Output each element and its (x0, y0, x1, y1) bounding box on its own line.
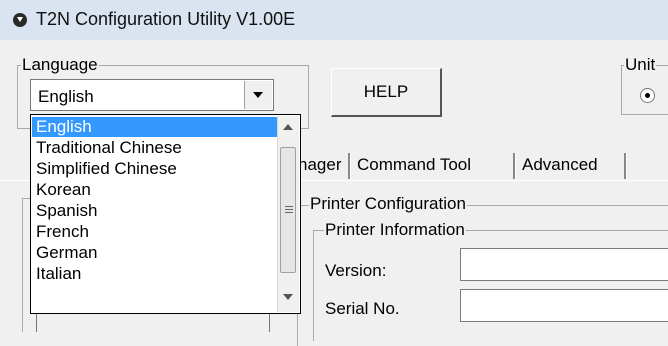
language-option-italian[interactable]: Italian (32, 264, 278, 284)
version-label: Version: (325, 261, 387, 280)
dropdown-scrollbar[interactable] (277, 116, 299, 312)
units-group: Unit (621, 56, 668, 115)
tab-divider (513, 153, 516, 179)
tab-manager[interactable]: nager (298, 152, 341, 180)
scroll-up-icon[interactable] (283, 124, 293, 130)
tab-command-tool[interactable]: Command Tool (357, 152, 471, 180)
printer-information-group: Printer Information (313, 221, 668, 341)
help-button[interactable]: HELP (331, 68, 442, 117)
units-legend: Unit (624, 55, 657, 74)
grip-icon (285, 212, 293, 213)
language-selected-value: English (38, 87, 94, 106)
app-icon (13, 13, 27, 27)
language-select[interactable]: English (30, 79, 274, 111)
chevron-down-icon (253, 92, 263, 98)
tab-divider (624, 153, 627, 179)
units-radio-selected[interactable] (640, 88, 655, 103)
language-option-spanish[interactable]: Spanish (32, 201, 278, 221)
language-option-french[interactable]: French (32, 222, 278, 242)
serial-number-field[interactable] (460, 289, 668, 322)
language-option-german[interactable]: German (32, 243, 278, 263)
grip-icon (285, 206, 293, 207)
language-option-simplified-chinese[interactable]: Simplified Chinese (32, 159, 278, 179)
language-option-traditional-chinese[interactable]: Traditional Chinese (32, 138, 278, 158)
language-legend: Language (21, 55, 99, 74)
printer-information-legend: Printer Information (324, 220, 466, 239)
grip-icon (285, 209, 293, 210)
window-titlebar: T2N Configuration Utility V1.00E (0, 0, 668, 40)
language-dropdown-list: English Traditional Chinese Simplified C… (30, 114, 301, 314)
tab-divider (348, 153, 351, 179)
language-option-korean[interactable]: Korean (32, 180, 278, 200)
scrollbar-thumb[interactable] (280, 147, 296, 273)
version-field[interactable] (460, 248, 668, 281)
scroll-down-icon[interactable] (283, 294, 293, 300)
tab-advanced[interactable]: Advanced (522, 152, 598, 180)
serial-number-label: Serial No. (325, 299, 400, 318)
language-dropdown-button[interactable] (244, 81, 272, 109)
window-title: T2N Configuration Utility V1.00E (36, 9, 296, 29)
printer-configuration-legend: Printer Configuration (309, 194, 467, 213)
language-option-english[interactable]: English (32, 117, 278, 137)
